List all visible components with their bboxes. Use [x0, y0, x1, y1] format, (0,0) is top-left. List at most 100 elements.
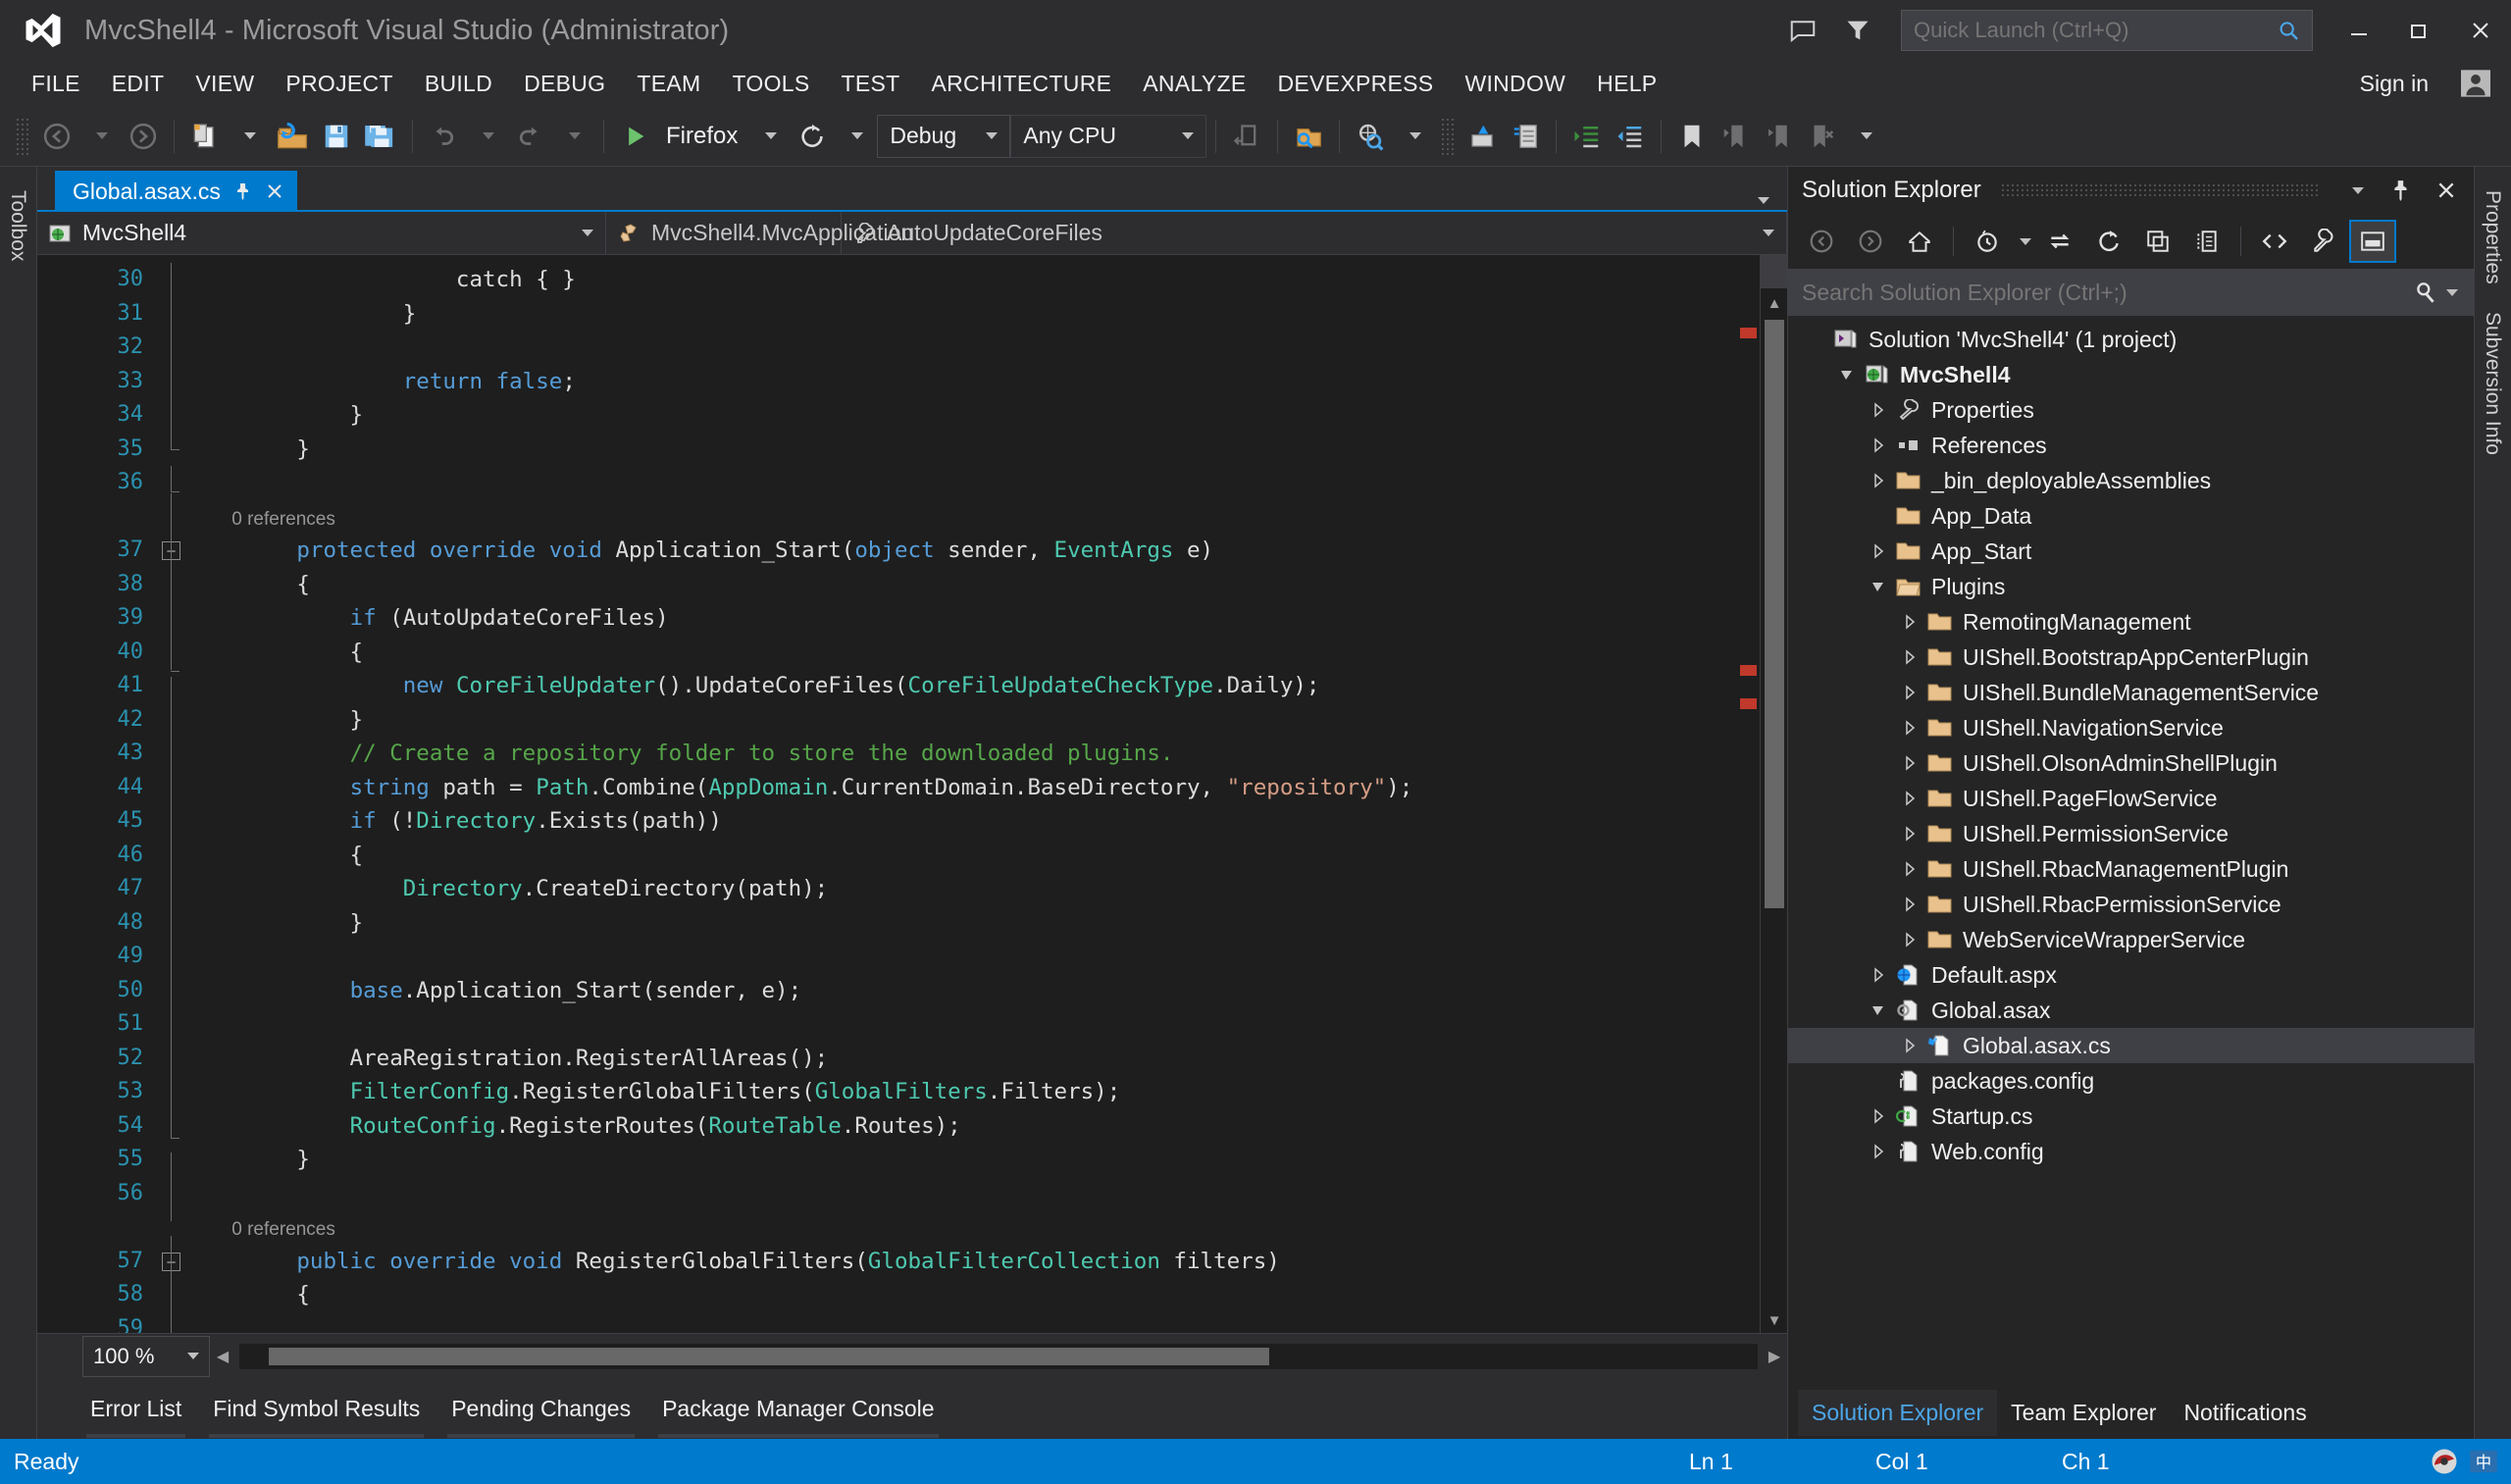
tree-node[interactable]: MvcShell4 [1788, 357, 2474, 392]
preview-selected-items-icon[interactable] [2349, 220, 2396, 263]
code-line[interactable]: FilterConfig.RegisterGlobalFilters(Globa… [190, 1075, 1738, 1109]
tree-node[interactable]: _bin_deployableAssemblies [1788, 463, 2474, 498]
forward-icon[interactable] [1847, 220, 1894, 263]
tab-solution-explorer[interactable]: Solution Explorer [1798, 1389, 1998, 1436]
toolbar-grip[interactable] [1441, 117, 1456, 155]
codelens-references[interactable]: 0 references [190, 1210, 1738, 1245]
close-icon[interactable] [266, 182, 283, 200]
start-debug-play-icon[interactable] [613, 115, 656, 158]
menu-item-test[interactable]: TEST [826, 65, 916, 103]
solution-explorer-search-box[interactable] [1788, 269, 2474, 316]
tab-error-list[interactable]: Error List [75, 1388, 197, 1438]
code-line[interactable]: } [190, 906, 1738, 941]
code-line[interactable]: } [190, 297, 1738, 332]
close-button[interactable] [2450, 0, 2511, 61]
scroll-right-icon[interactable]: ▶ [1762, 1344, 1787, 1369]
new-project-dropdown[interactable] [227, 115, 270, 158]
error-mark[interactable] [1740, 328, 1757, 338]
solution-configuration-combo[interactable]: Debug [877, 114, 1011, 158]
next-bookmark-icon[interactable] [1757, 115, 1800, 158]
menu-item-debug[interactable]: DEBUG [508, 65, 621, 103]
navigate-forward-icon[interactable] [122, 115, 165, 158]
navigate-back-dropdown[interactable] [78, 115, 122, 158]
code-line[interactable]: } [190, 1143, 1738, 1177]
save-icon[interactable] [315, 115, 358, 158]
expand-chevron-right-icon[interactable] [1896, 649, 1923, 665]
code-line[interactable]: return false; [190, 365, 1738, 399]
tree-node[interactable]: packages.config [1788, 1063, 2474, 1099]
code-line[interactable] [190, 1177, 1738, 1211]
code-line[interactable] [190, 940, 1738, 974]
open-solution-folder-icon[interactable] [1287, 115, 1330, 158]
editor-split-handle[interactable] [1760, 255, 1787, 288]
menu-item-team[interactable]: TEAM [621, 65, 716, 103]
scroll-down-icon[interactable]: ▼ [1761, 1307, 1788, 1333]
undo-icon[interactable] [422, 115, 465, 158]
code-pane[interactable]: 30 31 32 33 34 35 36 37 38 39 40 41 42 43 44 45 46 47 48 49… [37, 255, 1738, 1333]
solution-platform-combo[interactable]: Any CPU [1010, 114, 1207, 158]
account-icon[interactable] [2454, 64, 2497, 103]
menu-item-architecture[interactable]: ARCHITECTURE [915, 65, 1127, 103]
menu-item-build[interactable]: BUILD [409, 65, 508, 103]
code-line[interactable] [190, 1312, 1738, 1334]
horizontal-scroll-thumb[interactable] [269, 1347, 1269, 1365]
refresh-icon[interactable] [791, 115, 834, 158]
code-line[interactable]: } [190, 398, 1738, 433]
toolbar-overflow-icon[interactable] [1843, 115, 1886, 158]
feedback-smiley-icon[interactable] [1775, 0, 1830, 61]
menu-item-analyze[interactable]: ANALYZE [1127, 65, 1261, 103]
tab-team-explorer[interactable]: Team Explorer [1997, 1390, 2170, 1436]
find-in-files-dropdown[interactable] [1392, 115, 1435, 158]
expand-chevron-right-icon[interactable] [1896, 614, 1923, 630]
properties-tab[interactable]: Properties [2475, 177, 2510, 298]
code-line[interactable]: AreaRegistration.RegisterAllAreas(); [190, 1042, 1738, 1076]
expand-chevron-right-icon[interactable] [1865, 543, 1892, 559]
code-line[interactable]: Directory.CreateDirectory(path); [190, 872, 1738, 906]
code-line[interactable]: if (!Directory.Exists(path)) [190, 804, 1738, 839]
expand-chevron-right-icon[interactable] [1865, 1144, 1892, 1159]
collapse-chevron-down-icon[interactable] [1865, 579, 1892, 594]
code-line[interactable]: { [190, 636, 1738, 670]
code-line[interactable]: base.Application_Start(sender, e); [190, 974, 1738, 1008]
show-all-files-icon[interactable] [2183, 220, 2230, 263]
code-line[interactable] [190, 1007, 1738, 1042]
toolbox-tab[interactable]: Toolbox [0, 177, 35, 275]
expand-chevron-right-icon[interactable] [1896, 791, 1923, 806]
code-line[interactable] [190, 331, 1738, 365]
back-icon[interactable] [1798, 220, 1845, 263]
code-line[interactable]: // Create a repository folder to store t… [190, 737, 1738, 771]
menu-item-project[interactable]: PROJECT [270, 65, 408, 103]
code-text-area[interactable]: catch { } } return false; } } 0 referenc… [190, 255, 1738, 1333]
previous-bookmark-icon[interactable] [1714, 115, 1757, 158]
save-all-icon[interactable] [358, 115, 403, 158]
panel-drag-grip[interactable] [2000, 183, 2319, 197]
menu-item-tools[interactable]: TOOLS [716, 65, 825, 103]
ime-icon[interactable]: 中 [2464, 1442, 2503, 1481]
panel-pin-icon[interactable] [2383, 172, 2419, 209]
sync-icon[interactable] [2036, 220, 2083, 263]
navbar-project-combo[interactable]: MvcShell4 [37, 212, 606, 254]
solution-explorer-search-input[interactable] [1802, 279, 2413, 306]
tree-node[interactable]: Web.config [1788, 1134, 2474, 1169]
tree-node[interactable]: Solution 'MvcShell4' (1 project) [1788, 322, 2474, 357]
pin-icon[interactable] [234, 182, 252, 200]
expand-chevron-right-icon[interactable] [1896, 896, 1923, 912]
expand-chevron-right-icon[interactable] [1896, 826, 1923, 842]
view-code-icon[interactable] [2251, 220, 2298, 263]
menu-item-edit[interactable]: EDIT [96, 65, 180, 103]
search-options-chevron-down-icon[interactable] [2438, 288, 2462, 296]
panel-chevron-down-icon[interactable] [2338, 172, 2374, 209]
tree-node[interactable]: UIShell.BootstrapAppCenterPlugin [1788, 640, 2474, 675]
new-project-icon[interactable] [183, 115, 227, 158]
open-file-icon[interactable] [270, 115, 315, 158]
start-debug-target-label[interactable]: Firefox [656, 123, 747, 150]
quick-launch-input[interactable] [1914, 18, 2277, 43]
tree-node[interactable]: UIShell.RbacManagementPlugin [1788, 851, 2474, 887]
properties-wrench-icon[interactable] [2300, 220, 2347, 263]
code-line[interactable]: { [190, 1278, 1738, 1312]
tree-node[interactable]: App_Data [1788, 498, 2474, 534]
quick-launch-box[interactable] [1901, 10, 2313, 51]
menu-item-help[interactable]: HELP [1581, 65, 1672, 103]
tree-node[interactable]: Plugins [1788, 569, 2474, 604]
refresh-dropdown[interactable] [834, 115, 877, 158]
